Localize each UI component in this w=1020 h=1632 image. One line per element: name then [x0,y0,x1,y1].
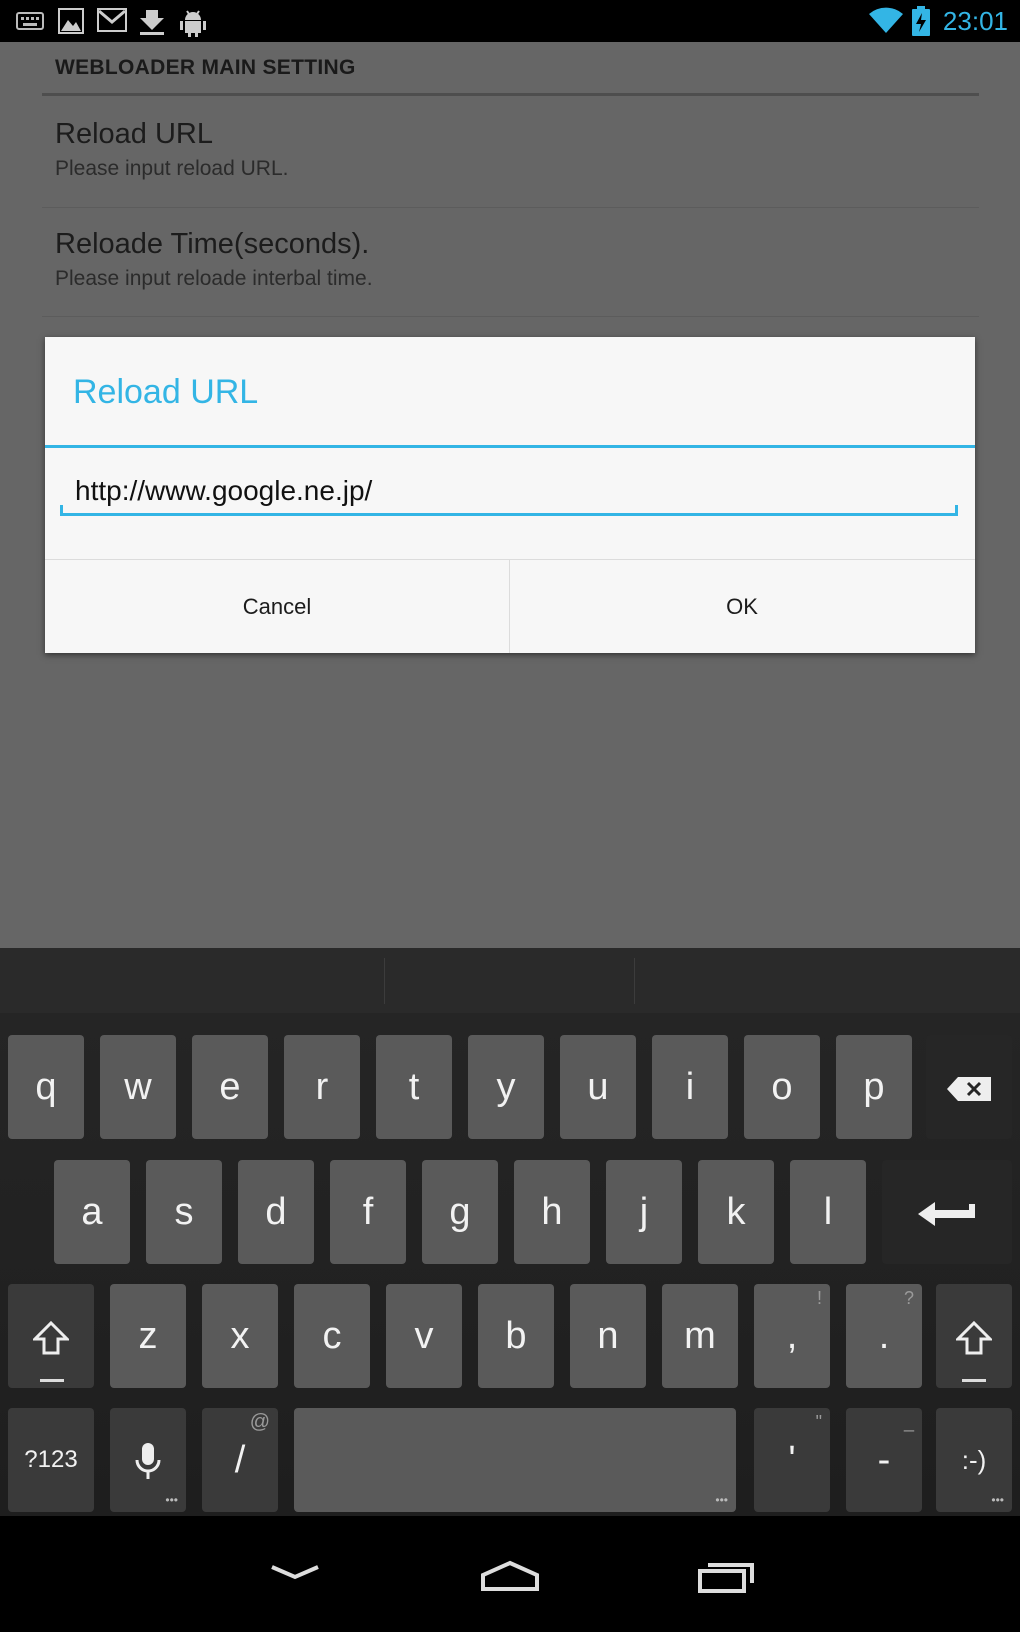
key-s[interactable]: s [146,1160,222,1264]
back-icon[interactable] [250,1546,340,1606]
backspace-icon [946,1066,992,1108]
key-k[interactable]: k [698,1160,774,1264]
shift-icon [31,1315,71,1357]
key-label: / [234,1439,246,1481]
navigation-bar [0,1516,1020,1632]
key-l[interactable]: l [790,1160,866,1264]
section-divider [42,93,979,96]
key-n[interactable]: n [570,1284,646,1388]
shift-indicator [40,1379,64,1382]
input-underline [60,513,958,516]
reload-url-dialog: Reload URL Cancel OK [45,337,975,653]
key-label: . [878,1315,890,1357]
key-label: , [786,1315,798,1357]
list-divider [42,316,979,317]
enter-arrow-icon [917,1191,977,1233]
key-dash[interactable]: - _ [846,1408,922,1512]
section-header: WEBLOADER MAIN SETTING [55,56,356,79]
key-v[interactable]: v [386,1284,462,1388]
symbols-key[interactable]: ?123 [8,1408,94,1512]
recent-apps-icon[interactable] [682,1546,772,1606]
suggestion-divider [634,958,635,1004]
smiley-key[interactable]: :-) ••• [936,1408,1012,1512]
key-hint: @ [249,1411,270,1433]
shift-key-right[interactable] [936,1284,1012,1388]
pref-summary: Please input reloade interbal time. [55,267,373,290]
key-a[interactable]: a [54,1160,130,1264]
key-period[interactable]: . ? [846,1284,922,1388]
key-w[interactable]: w [100,1035,176,1139]
key-i[interactable]: i [652,1035,728,1139]
key-q[interactable]: q [8,1035,84,1139]
key-t[interactable]: t [376,1035,452,1139]
key-x[interactable]: x [202,1284,278,1388]
clock: 23:01 [942,6,1008,36]
status-bar: 23:01 [0,0,1020,42]
image-icon [58,8,84,38]
home-icon[interactable] [465,1546,555,1606]
pref-reload-url[interactable]: Reload URL Please input reload URL. [55,118,288,181]
dialog-title: Reload URL [73,373,259,411]
cancel-button[interactable]: Cancel [45,560,509,653]
list-divider [42,207,979,208]
key-f[interactable]: f [330,1160,406,1264]
keyboard-icon [16,12,44,34]
key-slash[interactable]: / @ [202,1408,278,1512]
more-dots-icon: ••• [991,1493,1004,1507]
key-y[interactable]: y [468,1035,544,1139]
url-input[interactable] [60,465,958,517]
key-u[interactable]: u [560,1035,636,1139]
pref-reload-time[interactable]: Reloade Time(seconds). Please input relo… [55,228,373,291]
suggestion-strip[interactable] [0,948,1020,1013]
key-label: - [877,1439,891,1481]
shift-icon [954,1315,994,1357]
key-c[interactable]: c [294,1284,370,1388]
pref-title: Reloade Time(seconds). [55,228,370,260]
ok-button[interactable]: OK [510,560,974,653]
pref-summary: Please input reload URL. [55,157,289,180]
soft-keyboard: q w e r t y u i o p a s d f g h j k l z … [0,948,1020,1516]
key-o[interactable]: o [744,1035,820,1139]
key-hint: ! [816,1288,822,1308]
battery-charging-icon [912,6,930,40]
dialog-title-divider [45,445,975,448]
key-hint: " [815,1412,822,1432]
key-p[interactable]: p [836,1035,912,1139]
key-j[interactable]: j [606,1160,682,1264]
key-label: ' [788,1439,796,1481]
voice-input-key[interactable]: ••• [110,1408,186,1512]
pref-title: Reload URL [55,118,213,150]
shift-indicator [962,1379,986,1382]
key-d[interactable]: d [238,1160,314,1264]
key-e[interactable]: e [192,1035,268,1139]
key-g[interactable]: g [422,1160,498,1264]
key-hint: _ [903,1412,914,1432]
key-h[interactable]: h [514,1160,590,1264]
key-r[interactable]: r [284,1035,360,1139]
key-hint: ? [903,1288,914,1308]
download-icon [138,8,166,40]
more-dots-icon: ••• [715,1493,728,1507]
shift-key-left[interactable] [8,1284,94,1388]
gmail-icon [97,8,127,36]
suggestion-divider [384,958,385,1004]
key-m[interactable]: m [662,1284,738,1388]
spacebar[interactable]: ••• [294,1408,736,1512]
key-apostrophe[interactable]: ' " [754,1408,830,1512]
key-b[interactable]: b [478,1284,554,1388]
key-comma[interactable]: , ! [754,1284,830,1388]
enter-key[interactable] [882,1160,1012,1264]
more-dots-icon: ••• [165,1493,178,1507]
key-z[interactable]: z [110,1284,186,1388]
backspace-key[interactable] [926,1035,1012,1139]
android-debug-icon [178,8,208,42]
microphone-icon [135,1439,161,1481]
wifi-icon [868,6,904,38]
key-label: :-) [961,1445,987,1475]
